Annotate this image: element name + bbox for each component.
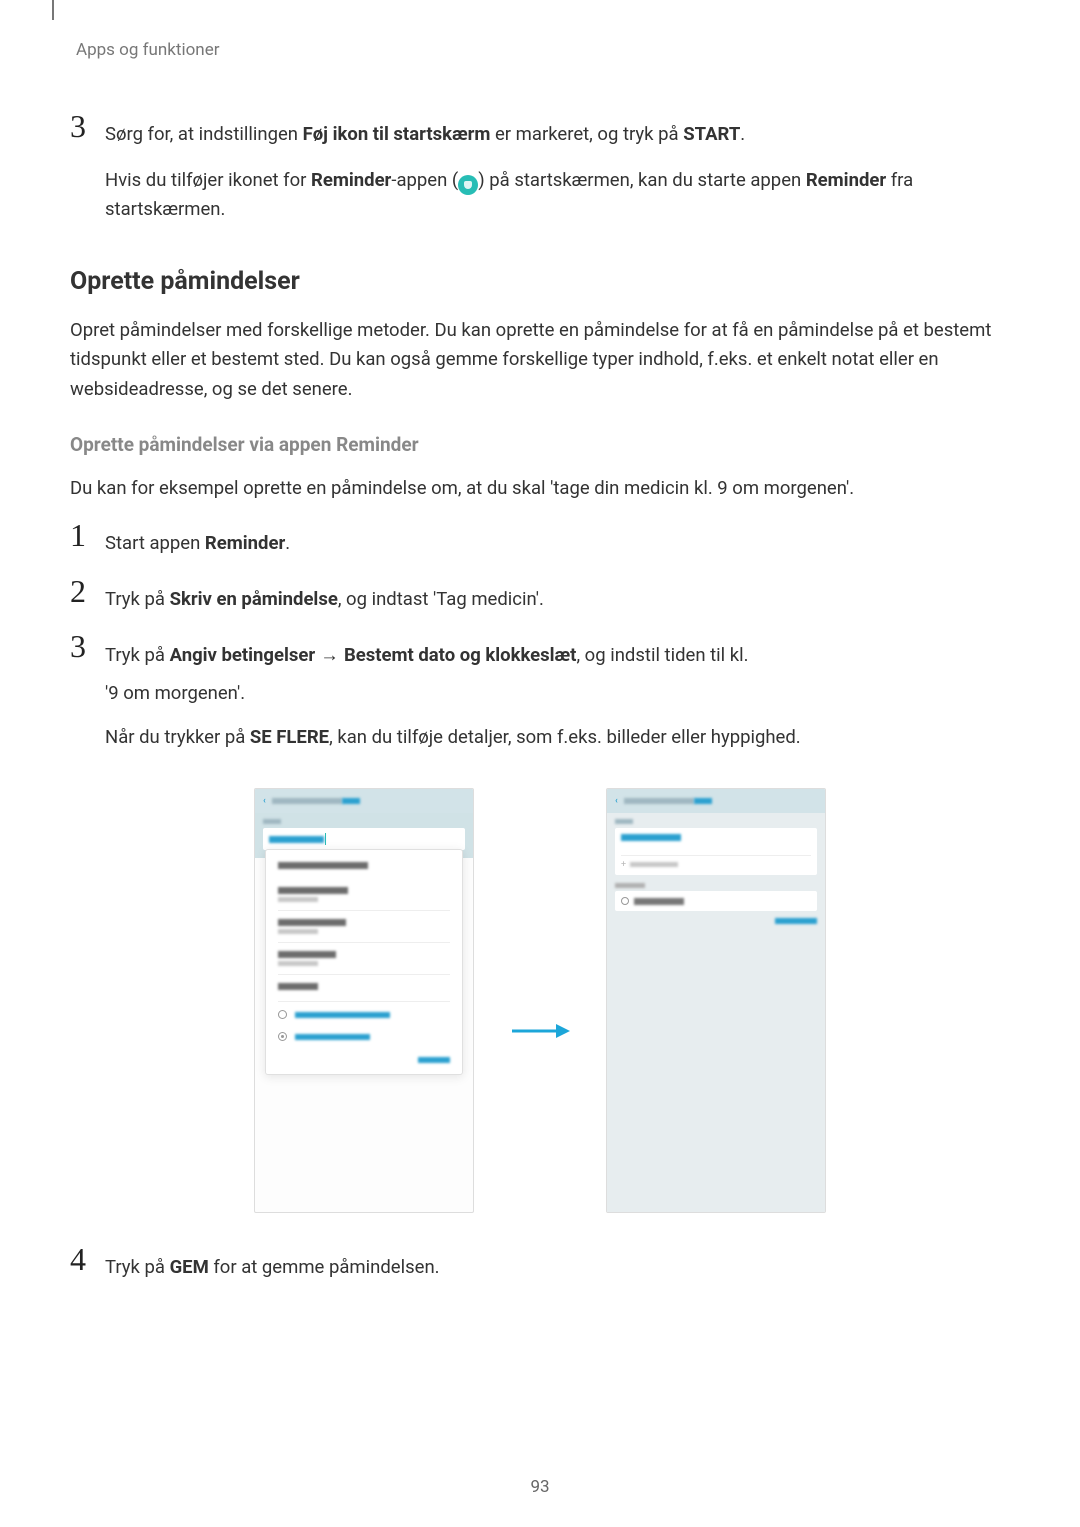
opt-title	[295, 1034, 370, 1040]
bold-text: SE FLERE	[250, 726, 329, 748]
shot-title	[272, 798, 342, 804]
text: -appen (	[391, 169, 458, 191]
opt-sub	[278, 929, 318, 934]
text: Sørg for, at indstillingen	[105, 123, 303, 145]
step1-text: Start appen Reminder.	[105, 529, 1010, 559]
text: Tryk på	[105, 1256, 170, 1278]
clock-icon	[278, 1010, 287, 1019]
time-value	[634, 898, 684, 905]
text: .	[285, 532, 290, 554]
shot-header: ‹	[607, 789, 825, 813]
heading-via-appen-reminder: Oprette påmindelser via appen Reminder	[70, 433, 1010, 456]
step-number-3-top: 3	[70, 108, 86, 145]
text: , og indstil tiden til kl.	[576, 644, 748, 666]
bold-text: Reminder	[311, 169, 391, 191]
save-button[interactable]	[694, 798, 712, 804]
page-number: 93	[0, 1477, 1080, 1497]
bold-text: GEM	[170, 1256, 209, 1278]
header-tick	[52, 0, 54, 20]
step3top-line2: Hvis du tilføjer ikonet for Reminder-app…	[105, 166, 1010, 225]
text: er markeret, og tryk på	[490, 123, 683, 145]
step-number-1: 1	[70, 517, 86, 554]
opt-sub	[278, 961, 318, 966]
step-number-3: 3	[70, 628, 86, 665]
screenshot-right: ‹	[606, 788, 826, 1213]
paragraph-intro: Opret påmindelser med forskellige metode…	[70, 316, 1010, 405]
bold-text: Angiv betingelser	[170, 644, 316, 666]
opt-title	[278, 951, 336, 958]
screenshot-row: ‹	[70, 788, 1010, 1213]
add-checklist-label	[630, 862, 678, 867]
add-checklist-button[interactable]	[621, 856, 811, 869]
step2-text: Tryk på Skriv en påmindelse, og indtast …	[105, 585, 1010, 615]
step3top-line1: Sørg for, at indstillingen Føj ikon til …	[105, 120, 1010, 150]
option-specific-date[interactable]	[278, 1001, 450, 1028]
opt-title	[278, 887, 348, 894]
option-1hour[interactable]	[278, 879, 450, 910]
breadcrumb: Apps og funktioner	[70, 40, 1010, 60]
text: Tryk på	[105, 644, 170, 666]
location-pin-icon	[278, 1032, 287, 1041]
memo-label	[615, 819, 633, 824]
step3-text: Tryk på Angiv betingelser → Bestemt dato…	[105, 640, 1010, 671]
conditions-popup	[265, 849, 463, 1075]
paragraph-example: Du kan for eksempel oprette en påmindels…	[70, 474, 1010, 504]
text: Hvis du tilføjer ikonet for	[105, 169, 311, 191]
view-more-label	[775, 918, 817, 924]
memo-card[interactable]	[615, 828, 817, 875]
bold-text: Reminder	[806, 169, 886, 191]
step3-text-cont: '9 om morgenen'.	[105, 679, 1010, 709]
cancel-label	[418, 1057, 450, 1063]
shot-body	[607, 813, 825, 1212]
step3-followup: Når du trykker på SE FLERE, kan du tilfø…	[105, 723, 1010, 753]
text: Start appen	[105, 532, 205, 554]
bold-text: Føj ikon til startskærm	[303, 123, 491, 145]
option-noalerts[interactable]	[278, 974, 450, 1001]
text: , og indtast 'Tag medicin'.	[338, 588, 544, 610]
reminder-input[interactable]	[263, 828, 465, 850]
option-specific-location[interactable]	[278, 1028, 450, 1050]
shot-header: ‹	[255, 789, 473, 813]
text: ) på startskærmen, kan du starte appen	[478, 169, 806, 191]
reminder-app-icon	[458, 175, 478, 195]
text: Når du trykker på	[105, 726, 250, 748]
text: .	[740, 123, 745, 145]
back-icon[interactable]: ‹	[615, 796, 618, 806]
bold-text: Bestemt dato og klokkeslæt	[344, 644, 577, 666]
popup-heading	[278, 862, 368, 869]
memo-label	[263, 819, 281, 824]
reminder-input-text	[269, 836, 324, 843]
bold-text: START	[683, 123, 740, 145]
back-icon[interactable]: ‹	[263, 796, 266, 806]
bold-text: Reminder	[205, 532, 285, 554]
step-number-4: 4	[70, 1241, 86, 1278]
bold-text: Skriv en påmindelse	[170, 588, 338, 610]
time-condition-card[interactable]	[615, 891, 817, 911]
option-evening[interactable]	[278, 942, 450, 974]
step4-text: Tryk på GEM for at gemme påmindelsen.	[105, 1253, 1010, 1283]
step-number-2: 2	[70, 573, 86, 610]
save-button[interactable]	[342, 798, 360, 804]
screenshot-left: ‹	[254, 788, 474, 1213]
text: Tryk på	[105, 588, 170, 610]
flow-arrow-icon	[510, 961, 570, 1041]
text-cursor-icon	[325, 833, 326, 845]
shot-title	[624, 798, 694, 804]
opt-sub	[278, 897, 318, 902]
option-afternoon[interactable]	[278, 910, 450, 942]
reminder-input-text	[621, 834, 681, 841]
view-more-button[interactable]	[615, 917, 817, 927]
text: for at gemme påmindelsen.	[209, 1256, 440, 1278]
opt-title	[295, 1012, 390, 1018]
arrow-right-icon: →	[315, 644, 344, 665]
conditions-label	[615, 883, 645, 888]
opt-title	[278, 983, 318, 990]
opt-title	[278, 919, 346, 926]
text: , kan du tilføje detaljer, som f.eks. bi…	[329, 726, 801, 748]
clock-icon	[621, 897, 629, 905]
cancel-button[interactable]	[278, 1050, 450, 1066]
heading-oprette-paamindelser: Oprette påmindelser	[70, 267, 1010, 296]
